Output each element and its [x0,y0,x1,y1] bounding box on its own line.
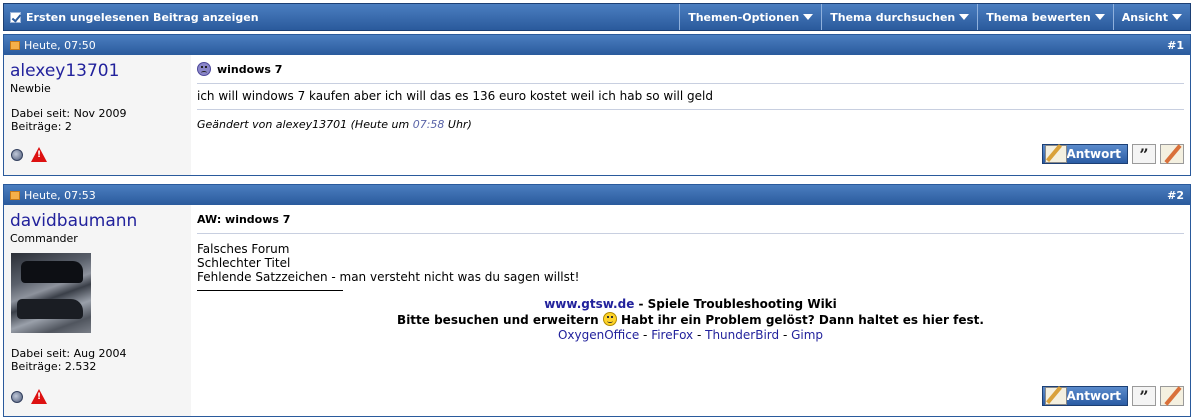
post: Heute, 07:50 #1 alexey13701 Newbie Dabei… [3,34,1191,176]
sig-text-a: Bitte besuchen und erweitern [397,313,603,327]
post-text: Falsches Forum Schlechter Titel Fehlende… [197,242,1184,284]
divider [197,83,1184,84]
post-icon [10,190,20,200]
post-title-text: windows 7 [217,62,283,76]
user-title: Commander [10,232,78,245]
report-post-icon[interactable] [31,147,47,162]
thread-options-label: Themen-Optionen [688,10,800,24]
pencil-icon [1045,387,1067,405]
pencil-icon [1045,145,1067,163]
thread-options-menu[interactable]: Themen-Optionen [679,4,821,30]
post-date: Heute, 07:53 [24,188,96,202]
first-unread-label: Ersten ungelesenen Beitrag anzeigen [26,10,259,24]
post-title-text: AW: windows 7 [197,212,291,226]
reply-button[interactable]: Antwort [1042,386,1128,406]
divider [197,109,1184,110]
gimp-link[interactable]: Gimp [791,328,823,342]
edited-prefix: Geändert von alexey13701 (Heute um [197,118,413,131]
post: Heute, 07:53 #2 davidbaumann Commander D… [3,184,1191,417]
user-info: alexey13701 Newbie Dabei seit: Nov 2009 … [4,55,191,175]
post-number-link[interactable]: #1 [1167,39,1184,52]
multi-quote-button[interactable]: ” [1132,386,1156,406]
quick-reply-button[interactable] [1160,144,1184,164]
reply-label: Antwort [1066,389,1121,403]
avatar [11,253,91,333]
site-description: - Spiele Troubleshooting Wiki [634,297,837,311]
post-text: ich will windows 7 kaufen aber ich will … [197,89,713,103]
post-header: Heute, 07:50 #1 [4,35,1190,55]
post-message: windows 7 ich will windows 7 kaufen aber… [191,55,1190,175]
join-date: Dabei seit: Aug 2004 [11,347,127,360]
oxygenoffice-link[interactable]: OxygenOffice [558,328,639,342]
report-post-icon[interactable] [31,389,47,404]
caret-down-icon [1172,14,1182,20]
text-line: Fehlende Satzzeichen - man versteht nich… [197,270,580,284]
post-date: Heute, 07:50 [24,38,96,52]
post-count: Beiträge: 2 [11,120,72,133]
smile-icon [602,312,617,326]
user-info: davidbaumann Commander Dabei seit: Aug 2… [4,205,191,416]
firefox-link[interactable]: FireFox [651,328,693,342]
divider [197,233,1184,234]
post-title: AW: windows 7 [197,211,1184,227]
gtsw-link[interactable]: www.gtsw.de [544,297,634,311]
text-line: Schlechter Titel [197,256,291,270]
username-link[interactable]: davidbaumann [10,211,185,231]
checkbox-icon [10,11,21,23]
caret-down-icon [803,14,814,20]
caret-down-icon [959,14,970,20]
search-thread-label: Thema durchsuchen [830,10,956,24]
rate-thread-menu[interactable]: Thema bewerten [977,4,1112,30]
rate-thread-label: Thema bewerten [986,10,1091,24]
sig-text-b: Habt ihr ein Problem gelöst? Dann haltet… [616,313,984,327]
separator: - [779,328,792,342]
post-count: Beiträge: 2.532 [11,360,97,373]
user-stats: Dabei seit: Nov 2009 Beiträge: 2 [11,107,127,133]
post-title: windows 7 [197,61,1184,77]
post-number-link[interactable]: #2 [1167,189,1184,202]
search-thread-menu[interactable]: Thema durchsuchen [821,4,977,30]
quick-reply-button[interactable] [1160,386,1184,406]
signature: www.gtsw.de - Spiele Troubleshooting Wik… [197,297,1184,343]
text-line: Falsches Forum [197,242,290,256]
first-unread-button[interactable]: Ersten ungelesenen Beitrag anzeigen [4,4,679,30]
view-menu[interactable]: Ansicht [1112,4,1190,30]
separator: - [693,328,706,342]
sad-face-icon [197,62,211,76]
user-stats: Dabei seit: Aug 2004 Beiträge: 2.532 [11,347,127,373]
view-label: Ansicht [1121,10,1168,24]
post-message: AW: windows 7 Falsches Forum Schlechter … [191,205,1190,416]
edited-suffix: Uhr) [444,118,472,131]
edited-note: Geändert von alexey13701 (Heute um 07:58… [197,118,1184,131]
post-icon [10,40,20,50]
join-date: Dabei seit: Nov 2009 [11,107,127,120]
reply-label: Antwort [1066,147,1121,161]
post-header: Heute, 07:53 #2 [4,185,1190,205]
separator: - [639,328,652,342]
reply-button[interactable]: Antwort [1042,144,1128,164]
online-status-icon [11,390,23,403]
multi-quote-button[interactable]: ” [1132,144,1156,164]
user-title: Newbie [10,82,51,95]
online-status-icon [11,148,23,161]
thread-toolbar: Ersten ungelesenen Beitrag anzeigen Them… [3,3,1191,31]
signature-separator [197,290,343,291]
edited-time: 07:58 [412,118,445,131]
thunderbird-link[interactable]: ThunderBird [705,328,779,342]
caret-down-icon [1094,14,1105,20]
username-link[interactable]: alexey13701 [10,61,185,81]
